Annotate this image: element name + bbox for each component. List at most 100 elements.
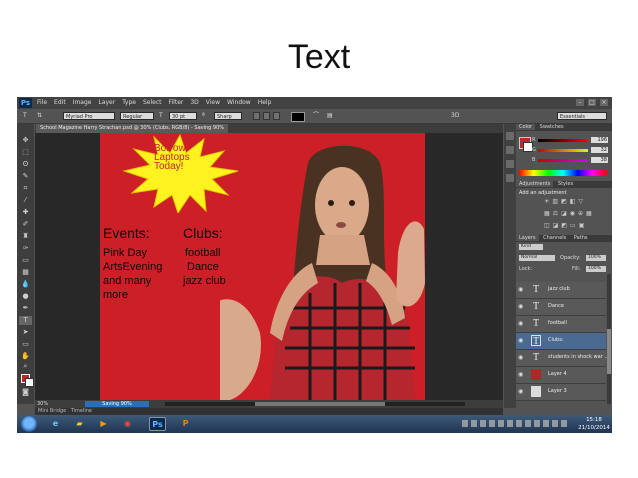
text-color-swatch[interactable] bbox=[291, 112, 305, 122]
menu-help[interactable]: Help bbox=[258, 99, 272, 106]
layer-row[interactable]: ◉ T students in shock war ... bbox=[516, 350, 609, 367]
threshold-icon[interactable]: ◩ bbox=[561, 222, 567, 229]
r-value[interactable]: 196 bbox=[591, 137, 608, 143]
gradient-tool-icon[interactable]: ▦ bbox=[19, 268, 32, 277]
tray-icon[interactable] bbox=[525, 420, 531, 427]
menu-file[interactable]: File bbox=[37, 99, 47, 106]
menu-filter[interactable]: Filter bbox=[169, 99, 184, 106]
color-lookup-icon[interactable]: ▦ bbox=[586, 210, 592, 217]
tab-adjustments[interactable]: Adjustments bbox=[516, 181, 554, 187]
tray-icon[interactable] bbox=[498, 420, 504, 427]
3d-icon[interactable]: 3D bbox=[451, 112, 459, 120]
crop-tool-icon[interactable]: ⌗ bbox=[19, 184, 32, 193]
shape-tool-icon[interactable]: ▭ bbox=[19, 340, 32, 349]
tray-icon[interactable] bbox=[507, 420, 513, 427]
selective-color-icon[interactable]: ▣ bbox=[579, 222, 585, 229]
blend-mode-select[interactable]: Normal bbox=[519, 255, 555, 261]
layer-name[interactable]: Clubs: bbox=[548, 337, 564, 343]
brightness-icon[interactable]: ☀ bbox=[544, 198, 549, 205]
character-icon[interactable] bbox=[506, 160, 514, 168]
align-center-button[interactable] bbox=[263, 112, 270, 120]
stamp-tool-icon[interactable]: ♜ bbox=[19, 232, 32, 241]
healing-tool-icon[interactable]: ✚ bbox=[19, 208, 32, 217]
layer-name[interactable]: Layer 3 bbox=[548, 388, 567, 394]
layer-name[interactable]: jazz club bbox=[548, 286, 570, 292]
curves-icon[interactable]: ◩ bbox=[561, 198, 567, 205]
close-icon[interactable]: × bbox=[600, 99, 608, 106]
tray-icon[interactable] bbox=[516, 420, 522, 427]
pen-tool-icon[interactable]: ✒ bbox=[19, 304, 32, 313]
gradient-map-icon[interactable]: ▭ bbox=[570, 222, 576, 229]
g-value[interactable]: 32 bbox=[591, 147, 608, 153]
tray-icon[interactable] bbox=[471, 420, 477, 427]
type-tool-icon[interactable]: T bbox=[23, 112, 27, 120]
maximize-icon[interactable]: □ bbox=[588, 99, 596, 106]
menu-layer[interactable]: Layer bbox=[98, 99, 115, 106]
channel-mixer-icon[interactable]: ⊕ bbox=[578, 210, 583, 217]
zoom-level[interactable]: 30% bbox=[37, 400, 48, 408]
eraser-tool-icon[interactable]: ▭ bbox=[19, 256, 32, 265]
paragraph-icon[interactable] bbox=[506, 174, 514, 182]
layer-row[interactable]: ◉ T Dance bbox=[516, 299, 606, 316]
layer-row-selected[interactable]: ◉ T Clubs: bbox=[516, 333, 606, 350]
posterize-icon[interactable]: ◪ bbox=[553, 222, 559, 229]
b-slider[interactable] bbox=[538, 159, 588, 162]
color-balance-icon[interactable]: ⚖ bbox=[553, 210, 558, 217]
visibility-eye-icon[interactable]: ◉ bbox=[518, 303, 523, 310]
fill-field[interactable]: 100% bbox=[586, 266, 606, 272]
start-button[interactable] bbox=[21, 416, 37, 432]
dodge-tool-icon[interactable]: ● bbox=[19, 292, 32, 301]
history-icon[interactable] bbox=[506, 132, 514, 140]
visibility-eye-icon[interactable]: ◉ bbox=[518, 320, 523, 327]
layer-row[interactable]: ◉ Layer 3 bbox=[516, 384, 606, 401]
marquee-tool-icon[interactable]: ⬚ bbox=[19, 148, 32, 157]
quick-mask-icon[interactable]: ◙ bbox=[19, 388, 32, 397]
visibility-eye-icon[interactable]: ◉ bbox=[518, 337, 523, 344]
tray-icon[interactable] bbox=[534, 420, 540, 427]
exposure-icon[interactable]: ◧ bbox=[570, 198, 576, 205]
menu-3d[interactable]: 3D bbox=[190, 99, 198, 106]
powerpoint-icon[interactable]: P bbox=[177, 417, 194, 431]
align-left-button[interactable] bbox=[253, 112, 260, 120]
chrome-icon[interactable]: ◉ bbox=[119, 417, 136, 431]
eyedropper-tool-icon[interactable]: ⁄ bbox=[19, 196, 32, 205]
font-style-select[interactable]: Regular bbox=[120, 112, 154, 120]
layer-row[interactable]: ◉ T jazz club bbox=[516, 282, 606, 299]
tray-icon[interactable] bbox=[480, 420, 486, 427]
menu-type[interactable]: Type bbox=[122, 99, 136, 106]
menu-view[interactable]: View bbox=[206, 99, 220, 106]
layer-filter-select[interactable]: Kind bbox=[519, 244, 543, 250]
bw-icon[interactable]: ◪ bbox=[561, 210, 567, 217]
menu-edit[interactable]: Edit bbox=[54, 99, 66, 106]
media-player-icon[interactable]: ▶ bbox=[95, 417, 112, 431]
font-size-field[interactable]: 30 pt bbox=[169, 112, 197, 120]
tab-channels[interactable]: Channels bbox=[540, 235, 569, 241]
canvas-area[interactable]: Borrow Laptops Today! Events: Pink Day A… bbox=[35, 133, 503, 400]
visibility-eye-icon[interactable]: ◉ bbox=[518, 371, 523, 378]
ie-icon[interactable]: e bbox=[47, 417, 64, 431]
brush-tool-icon[interactable]: ✐ bbox=[19, 220, 32, 229]
visibility-eye-icon[interactable]: ◉ bbox=[518, 388, 523, 395]
type-tool-icon-active[interactable]: T bbox=[19, 316, 32, 325]
photo-filter-icon[interactable]: ◉ bbox=[570, 210, 575, 217]
hand-tool-icon[interactable]: ✋ bbox=[19, 352, 32, 361]
layer-name[interactable]: Layer 4 bbox=[548, 371, 567, 377]
menu-image[interactable]: Image bbox=[73, 99, 92, 106]
font-family-select[interactable]: Myriad Pro bbox=[63, 112, 115, 120]
background-color-swatch[interactable] bbox=[25, 378, 34, 387]
b-value[interactable]: 38 bbox=[591, 157, 608, 163]
tab-paths[interactable]: Paths bbox=[571, 235, 591, 241]
workspace-select[interactable]: Essentials bbox=[557, 112, 607, 120]
tray-icon[interactable] bbox=[552, 420, 558, 427]
hue-sat-icon[interactable]: ▦ bbox=[544, 210, 550, 217]
menu-select[interactable]: Select bbox=[143, 99, 162, 106]
taskbar-clock[interactable]: 15:18 21/10/2014 bbox=[577, 416, 611, 432]
tab-timeline[interactable]: Timeline bbox=[71, 408, 92, 414]
r-slider[interactable] bbox=[538, 139, 588, 142]
invert-icon[interactable]: ◫ bbox=[544, 222, 550, 229]
properties-icon[interactable] bbox=[506, 146, 514, 154]
layer-name[interactable]: football bbox=[548, 320, 567, 326]
anti-alias-select[interactable]: Sharp bbox=[214, 112, 242, 120]
tab-color[interactable]: Color bbox=[516, 124, 536, 130]
tab-mini-bridge[interactable]: Mini Bridge bbox=[38, 408, 66, 414]
